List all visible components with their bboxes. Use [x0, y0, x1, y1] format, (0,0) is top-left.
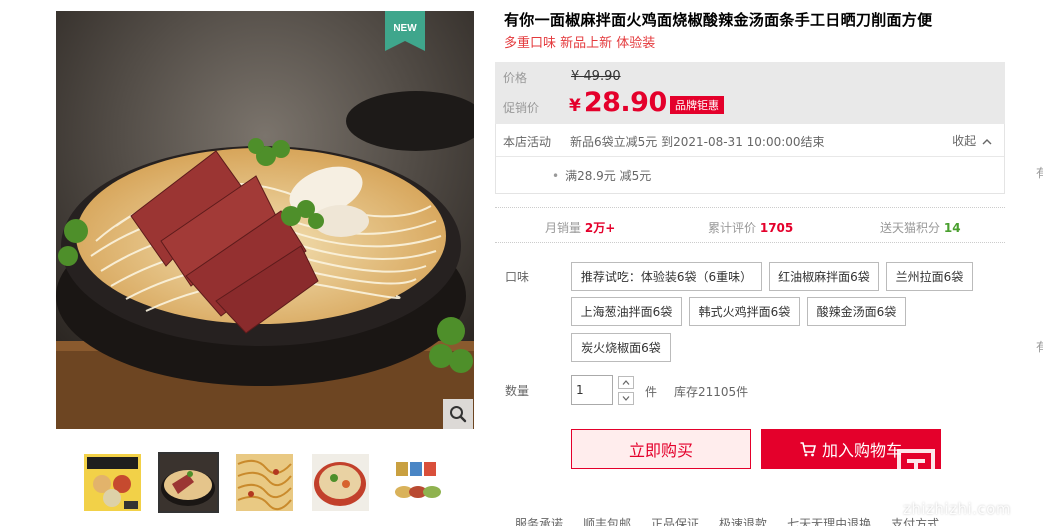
flavor-option-7[interactable]: 炭火烧椒面6袋: [571, 333, 671, 362]
service-item-3[interactable]: 正品保证: [651, 515, 699, 526]
service-item-4[interactable]: 极速退款: [719, 515, 767, 526]
activity-divider: [496, 156, 1004, 157]
main-product-image: [56, 11, 474, 429]
buy-now-button[interactable]: 立即购买: [571, 429, 751, 469]
collapse-label: 收起: [952, 134, 977, 148]
price-box: 价格 ¥ 49.90 促销价 ¥ 28.90: [495, 62, 1005, 124]
collapse-toggle[interactable]: 收起: [952, 132, 992, 149]
thumbnail-2[interactable]: [158, 452, 219, 513]
product-subtitle: 多重口味 新品上新 体验装: [504, 36, 656, 51]
quantity-label: 数量: [505, 384, 530, 398]
thumbnail-1[interactable]: [82, 452, 143, 513]
service-promises: 服务承诺 顺丰包邮 正品保证 极速退款 七天无理由退换 支付方式: [515, 515, 959, 526]
flavor-option-1[interactable]: 推荐试吃：体验装6袋（6重味）: [571, 262, 762, 291]
edge-text-1: 有: [1036, 166, 1043, 180]
quantity-input[interactable]: [571, 375, 613, 405]
currency-symbol: ¥: [569, 96, 581, 116]
zoom-button[interactable]: [443, 399, 473, 429]
tmall-points: 送天猫积分 14: [880, 219, 961, 236]
brand-deal-tag: 品牌钜惠: [670, 96, 724, 114]
product-title: 有你一面椒麻拌面火鸡面烧椒酸辣金汤面条手工日晒刀削面方便: [504, 11, 933, 29]
promo-price: ¥ 28.90: [569, 87, 667, 118]
review-count-value: 1705: [759, 221, 794, 235]
monthly-sales-label: 月销量: [545, 221, 582, 235]
activity-label: 本店活动: [503, 135, 552, 149]
flavor-label: 口味: [505, 270, 530, 284]
flavor-option-2[interactable]: 红油椒麻拌面6袋: [769, 262, 879, 291]
store-activity: 本店活动 新品6袋立减5元 到2021-08-31 10:00:00结束 收起 …: [495, 124, 1005, 194]
new-badge-text: NEW: [393, 23, 417, 34]
original-price: ¥ 49.90: [571, 69, 621, 84]
review-count[interactable]: 累计评价 1705: [708, 219, 793, 236]
price-label: 价格: [503, 71, 528, 85]
edge-text-2: 有: [1036, 340, 1043, 354]
thumbnail-strip: [82, 452, 447, 513]
stock-count: 库存21105件: [674, 385, 749, 399]
new-badge: NEW: [385, 11, 425, 51]
quantity-decrease[interactable]: [618, 392, 634, 405]
service-item-2[interactable]: 顺丰包邮: [583, 515, 631, 526]
monthly-sales: 月销量 2万+: [545, 219, 615, 236]
promo-price-label: 促销价: [503, 101, 540, 115]
buy-now-label: 立即购买: [628, 441, 693, 460]
tmall-points-label: 送天猫积分: [880, 221, 941, 235]
stepper-up-icon: [622, 380, 630, 385]
review-count-label: 累计评价: [708, 221, 757, 235]
activity-item: 满28.9元 减5元: [552, 167, 651, 184]
zoom-icon: [450, 406, 467, 423]
chevron-up-icon: [982, 139, 992, 145]
flavor-option-5[interactable]: 韩式火鸡拌面6袋: [689, 297, 800, 326]
tmall-points-value: 14: [943, 221, 961, 235]
service-item-5[interactable]: 七天无理由退换: [787, 515, 871, 526]
flavor-option-4[interactable]: 上海葱油拌面6袋: [571, 297, 682, 326]
quantity-unit: 件: [645, 385, 658, 399]
cart-icon: [800, 441, 816, 456]
thumbnail-5[interactable]: [386, 452, 447, 513]
monthly-sales-value: 2万+: [584, 221, 616, 235]
promo-price-value: 28.90: [583, 87, 667, 118]
watermark-text: zhizhizhi.com: [903, 500, 1011, 518]
product-page: NEW 有你一面椒麻拌面火鸡面烧椒酸辣金汤面条手工日晒刀削面方便 多重口味 新品…: [0, 0, 1043, 526]
quantity-increase[interactable]: [618, 376, 634, 389]
stats-row: 月销量 2万+ 累计评价 1705 送天猫积分 14: [495, 207, 1005, 243]
stepper-down-icon: [622, 396, 630, 401]
activity-text: 新品6袋立减5元 到2021-08-31 10:00:00结束: [570, 135, 825, 149]
add-to-cart-label: 加入购物车: [821, 441, 902, 460]
thumbnail-4[interactable]: [310, 452, 371, 513]
flavor-option-6[interactable]: 酸辣金汤面6袋: [807, 297, 906, 326]
thumbnail-3[interactable]: [234, 452, 295, 513]
flavor-option-3[interactable]: 兰州拉面6袋: [886, 262, 973, 291]
watermark-logo: [897, 449, 1027, 493]
service-item-1: 服务承诺: [515, 517, 564, 526]
